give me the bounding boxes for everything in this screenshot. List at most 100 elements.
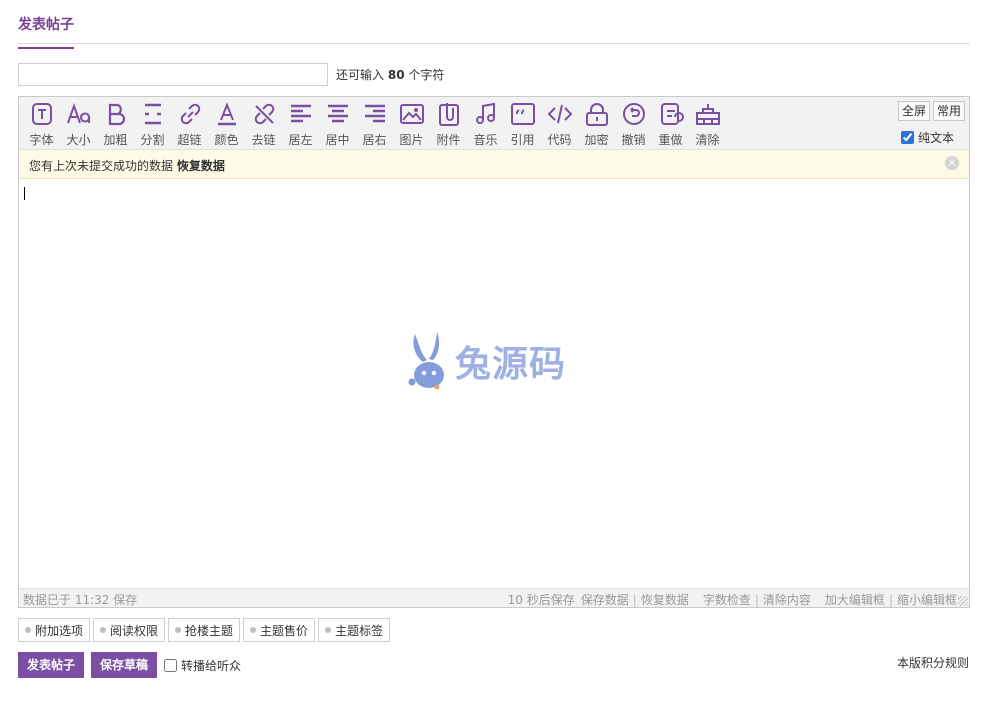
toolbar-tool-font[interactable]: 字体 — [23, 100, 60, 148]
notice-message: 您有上次未提交成功的数据 恢复数据 — [29, 157, 225, 174]
char-count-prefix: 还可输入 — [336, 68, 385, 82]
tab-header: 发表帖子 — [18, 0, 970, 49]
bullet-icon — [25, 627, 31, 633]
save-draft-button[interactable]: 保存草稿 — [91, 652, 158, 678]
toolbar-tool-image[interactable]: 图片 — [393, 100, 430, 148]
char-count-suffix: 个字符 — [408, 68, 445, 82]
saved-status: 数据已于 11:32 保存 — [23, 593, 138, 607]
extra-options-row: 附加选项 阅读权限 抢楼主题 主题售价 主题标签 — [18, 618, 391, 642]
toolbar-tool-quote[interactable]: 引用 — [504, 100, 541, 148]
clear-content-link[interactable]: 清除内容 — [763, 591, 811, 608]
toolbar-right-buttons: 全屏 常用 — [897, 101, 965, 121]
link-icon — [180, 103, 200, 125]
unlink-icon — [254, 103, 274, 125]
align-left-icon — [290, 104, 311, 123]
shrink-editor-link[interactable]: 缩小编辑框 — [897, 591, 957, 608]
editor-content-area[interactable]: 兔源码 — [19, 180, 969, 588]
share-to-followers-toggle[interactable]: 转播给听众 — [164, 657, 241, 674]
credit-rules-link[interactable]: 本版积分规则 — [897, 654, 969, 671]
extra-option-button[interactable]: 主题标签 — [318, 618, 391, 642]
extra-option-button[interactable]: 阅读权限 — [93, 618, 166, 642]
toolbar-tool-undo[interactable]: 撤销 — [615, 100, 652, 148]
actions-row: 发表帖子 保存草稿 转播给听众 — [18, 652, 241, 678]
close-icon[interactable]: × — [945, 156, 959, 170]
toolbar-tool-label: 音乐 — [473, 133, 498, 147]
restore-data-status-link[interactable]: 恢复数据 — [641, 591, 689, 608]
toolbar-tool-divider[interactable]: 分割 — [134, 100, 171, 148]
toolbar-tool-label: 字体 — [29, 133, 54, 147]
attachment-icon — [438, 103, 459, 126]
extra-option-label: 附加选项 — [35, 623, 84, 638]
extra-option-button[interactable]: 抢楼主题 — [168, 618, 241, 642]
toolbar-tool-label: 大小 — [66, 133, 91, 147]
restore-data-link[interactable]: 恢复数据 — [177, 159, 225, 173]
redo-icon — [660, 103, 684, 125]
toolbar-tool-align-left[interactable]: 居左 — [282, 100, 319, 148]
toolbar-tool-label: 居右 — [362, 133, 387, 147]
toolbar-tool-label: 代码 — [547, 133, 572, 147]
plain-text-label: 纯文本 — [917, 131, 954, 145]
toolbar-tool-clear-format[interactable]: 清除 — [689, 100, 726, 148]
autosave-countdown: 10 秒后保存 — [507, 593, 575, 607]
toolbar-tool-unlink[interactable]: 去链 — [245, 100, 282, 148]
word-check-link[interactable]: 字数检查 — [703, 591, 751, 608]
image-icon — [399, 104, 424, 124]
plain-text-checkbox[interactable] — [900, 131, 914, 144]
fullscreen-button[interactable]: 全屏 — [897, 101, 930, 121]
align-center-icon — [327, 104, 348, 123]
extra-option-label: 阅读权限 — [110, 623, 159, 638]
toolbar-tool-label: 重做 — [658, 133, 683, 147]
restore-notice: 您有上次未提交成功的数据 恢复数据 × — [19, 150, 969, 179]
toolbar-tools: 字体 大小 加粗 分割 超链 颜色 去链 居左 居中 居右 图片 附件 音乐 引用 代码 加密 撤销 重做 清除 — [23, 100, 726, 148]
code-icon — [547, 104, 572, 124]
toolbar-tool-redo[interactable]: 重做 — [652, 100, 689, 148]
enlarge-editor-link[interactable]: 加大编辑框 — [825, 591, 885, 608]
text-caret — [24, 187, 25, 200]
font-color-icon — [217, 102, 236, 126]
toolbar-tool-align-right[interactable]: 居右 — [356, 100, 393, 148]
toolbar-tool-label: 图片 — [399, 133, 424, 147]
divider-icon — [144, 103, 161, 125]
tab-post-thread[interactable]: 发表帖子 — [18, 14, 74, 49]
toolbar-tool-font-color[interactable]: 颜色 — [208, 100, 245, 148]
bullet-icon — [325, 627, 332, 633]
clear-format-icon — [695, 104, 720, 125]
toolbar-tool-align-center[interactable]: 居中 — [319, 100, 356, 148]
toolbar-tool-label: 分割 — [140, 133, 165, 147]
common-button[interactable]: 常用 — [932, 101, 965, 121]
toolbar-tool-attachment[interactable]: 附件 — [430, 100, 467, 148]
toolbar-tool-label: 超链 — [177, 133, 202, 147]
editor-statusbar: 数据已于 11:32 保存 10 秒后保存 保存数据 | 恢复数据 字数检查 |… — [19, 588, 969, 607]
bullet-icon — [100, 627, 107, 633]
music-icon — [475, 102, 495, 124]
toolbar-tool-label: 加粗 — [103, 133, 128, 147]
post-thread-button[interactable]: 发表帖子 — [18, 652, 85, 678]
toolbar-tool-link[interactable]: 超链 — [171, 100, 208, 148]
bullet-icon — [250, 627, 257, 633]
share-label: 转播给听众 — [181, 658, 242, 673]
toolbar-tool-label: 颜色 — [214, 133, 239, 147]
bullet-icon — [175, 627, 182, 633]
toolbar-tool-music[interactable]: 音乐 — [467, 100, 504, 148]
toolbar-tool-font-size[interactable]: 大小 — [60, 100, 97, 148]
quote-icon — [510, 103, 535, 125]
toolbar-tool-lock[interactable]: 加密 — [578, 100, 615, 148]
extra-option-button[interactable]: 附加选项 — [18, 618, 91, 642]
share-checkbox[interactable] — [164, 658, 178, 672]
toolbar-tool-bold[interactable]: 加粗 — [97, 100, 134, 148]
toolbar-tool-code[interactable]: 代码 — [541, 100, 578, 148]
save-data-link[interactable]: 保存数据 — [581, 591, 629, 608]
toolbar-tool-label: 清除 — [695, 133, 720, 147]
rabbit-logo-icon — [408, 332, 444, 390]
subject-row: 还可输入 80 个字符 — [18, 63, 444, 86]
resize-grip-icon[interactable] — [958, 596, 968, 606]
notice-text: 您有上次未提交成功的数据 — [29, 159, 174, 173]
separator: | — [888, 592, 893, 607]
extra-option-button[interactable]: 主题售价 — [243, 618, 316, 642]
toolbar-tool-label: 居左 — [288, 133, 313, 147]
subject-input[interactable] — [18, 63, 328, 86]
char-count-number: 80 — [387, 68, 405, 82]
align-right-icon — [364, 104, 385, 123]
undo-icon — [622, 103, 645, 125]
plain-text-toggle[interactable]: 纯文本 — [900, 129, 954, 146]
